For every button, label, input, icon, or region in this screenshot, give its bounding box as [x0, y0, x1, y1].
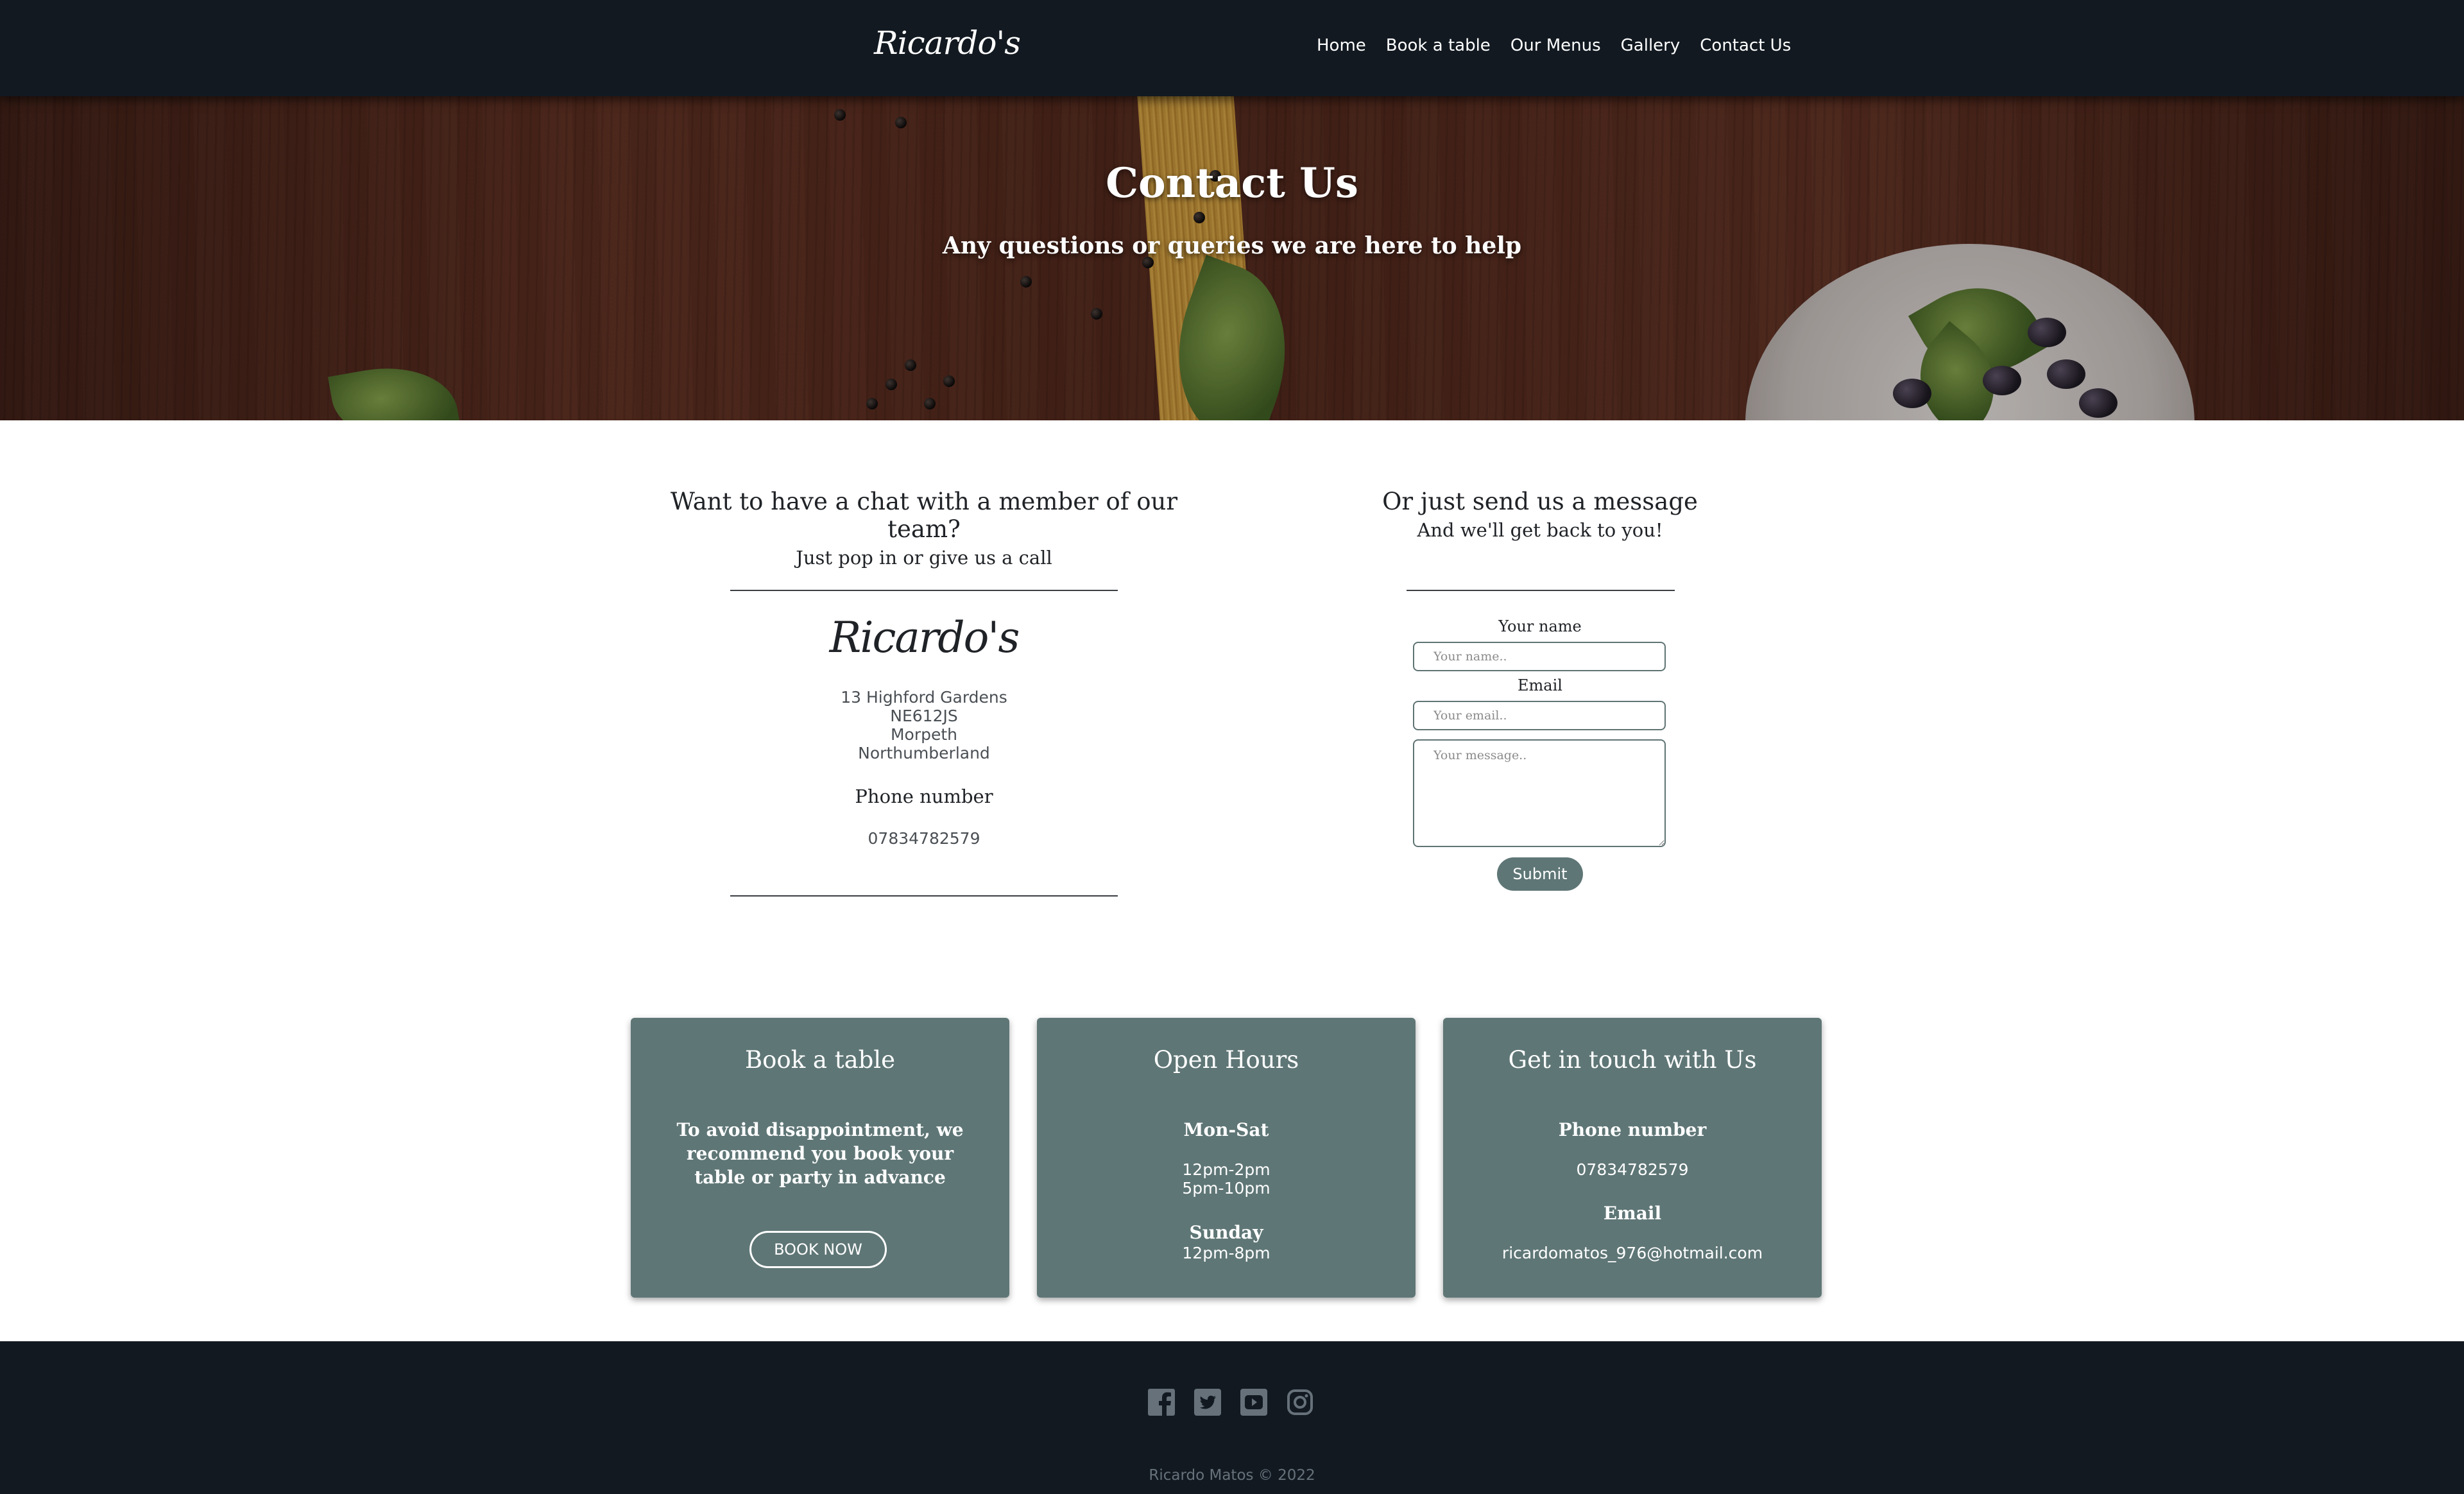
message-subheading: And we'll get back to you!	[1417, 519, 1663, 541]
card-phone-label: Phone number	[1558, 1119, 1707, 1140]
card-email-address: ricardomatos_976@hotmail.com	[1502, 1244, 1763, 1262]
twitter-icon[interactable]	[1194, 1388, 1222, 1416]
address-line: NE612JS	[890, 707, 958, 725]
visit-section: Want to have a chat with a member of our…	[635, 488, 1213, 569]
message-section: Or just send us a message And we'll get …	[1348, 488, 1733, 541]
booking-advice-text: To avoid disappointment, we recommend yo…	[676, 1119, 964, 1188]
visit-divider-bottom	[730, 895, 1118, 897]
book-table-card: Book a table To avoid disappointment, we…	[631, 1018, 1009, 1298]
nav-link-contact-us[interactable]: Contact Us	[1700, 36, 1791, 55]
phone-label: Phone number	[855, 786, 993, 807]
card-title: Book a table	[744, 1046, 896, 1074]
card-email-label: Email	[1603, 1203, 1662, 1224]
submit-button[interactable]: Submit	[1497, 857, 1583, 891]
name-input[interactable]	[1413, 642, 1666, 671]
card-title: Open Hours	[1153, 1046, 1299, 1074]
visit-divider-top	[730, 590, 1118, 591]
email-label: Email	[1518, 676, 1562, 694]
message-heading: Or just send us a message	[1382, 488, 1698, 515]
card-title: Get in touch with Us	[1508, 1046, 1757, 1074]
weekday-label: Mon-Sat	[1183, 1119, 1269, 1140]
card-phone-number: 07834782579	[1576, 1160, 1689, 1179]
weekday-lunch-hours: 12pm-2pm	[1182, 1160, 1270, 1179]
nav-link-home[interactable]: Home	[1317, 36, 1366, 55]
book-now-button[interactable]: BOOK NOW	[749, 1231, 887, 1268]
visit-subheading: Just pop in or give us a call	[796, 547, 1052, 569]
brand-logo[interactable]: Ricardo's	[874, 24, 1021, 62]
sunday-hours: 12pm-8pm	[1182, 1244, 1270, 1262]
navbar: Ricardo's Home Book a table Our Menus Ga…	[0, 0, 2464, 96]
main-nav: Home Book a table Our Menus Gallery Cont…	[1317, 36, 1791, 55]
address-line: Northumberland	[858, 744, 990, 762]
address-block: 13 Highford Gardens NE612JS Morpeth Nort…	[732, 688, 1116, 762]
nav-link-our-menus[interactable]: Our Menus	[1510, 36, 1601, 55]
name-label: Your name	[1498, 617, 1582, 635]
address-line: 13 Highford Gardens	[841, 688, 1007, 707]
weekday-dinner-hours: 5pm-10pm	[1182, 1179, 1270, 1198]
nav-link-book-a-table[interactable]: Book a table	[1386, 36, 1491, 55]
social-links	[1147, 1388, 1314, 1416]
page-subtitle: Any questions or queries we are here to …	[942, 232, 1522, 259]
visit-heading: Want to have a chat with a member of our…	[670, 488, 1178, 543]
page-title: Contact Us	[1106, 159, 1358, 207]
message-divider	[1407, 590, 1675, 591]
facebook-icon[interactable]	[1147, 1388, 1176, 1416]
youtube-icon[interactable]	[1240, 1388, 1268, 1416]
copyright-text: Ricardo Matos © 2022	[1149, 1467, 1315, 1484]
instagram-icon[interactable]	[1286, 1388, 1314, 1416]
nav-link-gallery[interactable]: Gallery	[1621, 36, 1681, 55]
restaurant-logo: Ricardo's	[829, 613, 1020, 662]
message-textarea[interactable]	[1413, 739, 1666, 847]
email-input[interactable]	[1413, 701, 1666, 730]
open-hours-card: Open Hours Mon-Sat 12pm-2pm 5pm-10pm Sun…	[1037, 1018, 1416, 1298]
phone-number: 07834782579	[868, 829, 980, 848]
sunday-label: Sunday	[1189, 1222, 1263, 1243]
address-line: Morpeth	[890, 725, 958, 744]
get-in-touch-card: Get in touch with Us Phone number 078347…	[1443, 1018, 1822, 1298]
